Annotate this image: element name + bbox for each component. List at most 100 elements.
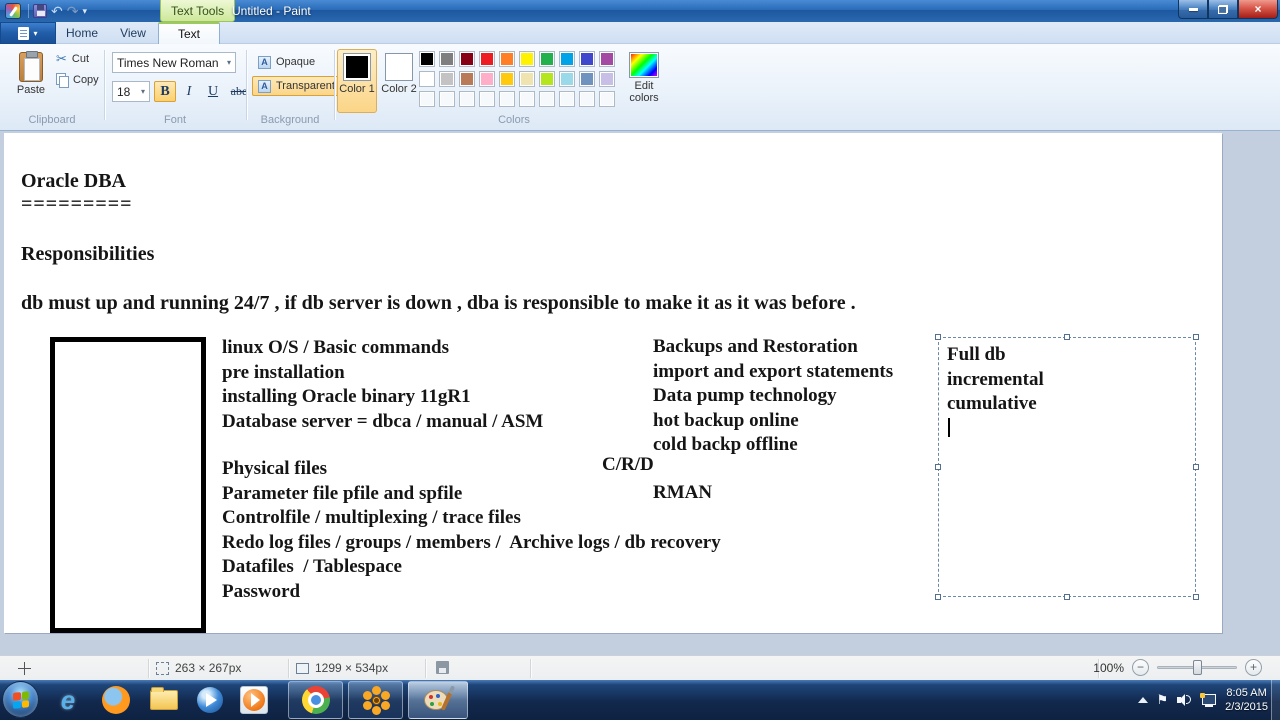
empty-color-slot[interactable] (419, 91, 435, 107)
color2-button[interactable]: Color 2 (379, 49, 419, 113)
color-swatch[interactable] (479, 71, 495, 87)
active-text-box[interactable]: Full db incremental cumulative (935, 334, 1199, 600)
font-family-value: Times New Roman (117, 55, 219, 70)
empty-color-slot[interactable] (479, 91, 495, 107)
color-swatch[interactable] (459, 51, 475, 67)
color-swatch[interactable] (439, 71, 455, 87)
restore-icon (1218, 4, 1228, 14)
color-swatch[interactable] (499, 51, 515, 67)
color-swatch[interactable] (539, 51, 555, 67)
show-desktop-button[interactable] (1271, 680, 1280, 720)
chrome-icon (301, 686, 330, 714)
resize-handle[interactable] (935, 334, 941, 340)
image-size-value: 1299 × 534px (315, 661, 389, 675)
palette-row-3 (419, 91, 615, 107)
color-swatch[interactable] (479, 51, 495, 67)
color-swatch[interactable] (439, 51, 455, 67)
underline-button[interactable]: U (202, 81, 224, 102)
color-swatch[interactable] (599, 51, 615, 67)
context-tab-text-tools[interactable]: Text Tools (160, 0, 236, 22)
paint-window: ↶ ↷ ▾ Text Tools Untitled - Paint × ▾ Ho… (0, 0, 1280, 720)
zoom-slider-thumb[interactable] (1193, 660, 1202, 675)
empty-color-slot[interactable] (559, 91, 575, 107)
color-swatch[interactable] (459, 71, 475, 87)
resize-handle[interactable] (1064, 334, 1070, 340)
zoom-in-button[interactable]: + (1245, 659, 1262, 676)
doc-line: hot backup online (653, 409, 799, 431)
color-swatch[interactable] (599, 71, 615, 87)
color-swatch[interactable] (579, 51, 595, 67)
media-player-icon (197, 687, 223, 713)
resize-handle[interactable] (935, 464, 941, 470)
empty-color-slot[interactable] (499, 91, 515, 107)
empty-color-slot[interactable] (519, 91, 535, 107)
taskbar-item-chrome-open[interactable] (288, 681, 343, 719)
drawing-canvas[interactable]: Oracle DBA ========= Responsibilities db… (4, 133, 1222, 633)
colors-group-label: Colors (498, 114, 530, 126)
color-swatch[interactable] (519, 51, 535, 67)
empty-color-slot[interactable] (439, 91, 455, 107)
taskbar-item-firefox[interactable] (96, 684, 136, 716)
color-swatch[interactable] (559, 71, 575, 87)
opaque-button[interactable]: A Opaque (252, 52, 321, 72)
undo-icon[interactable]: ↶ (51, 4, 63, 18)
empty-color-slot[interactable] (539, 91, 555, 107)
color-swatch[interactable] (419, 71, 435, 87)
tab-view[interactable]: View (108, 22, 158, 44)
minimize-button[interactable] (1178, 0, 1208, 19)
empty-color-slot[interactable] (459, 91, 475, 107)
taskbar-item-media-player[interactable] (190, 684, 230, 716)
action-center-flag-icon[interactable]: ⚑ (1157, 692, 1169, 708)
redo-icon[interactable]: ↷ (67, 4, 79, 18)
taskbar-item-explorer[interactable] (144, 684, 184, 716)
resize-handle[interactable] (1193, 594, 1199, 600)
color-swatch[interactable] (419, 51, 435, 67)
resize-handle[interactable] (1193, 464, 1199, 470)
color-swatch[interactable] (539, 71, 555, 87)
tray-clock[interactable]: 8:05 AM 2/3/2015 (1225, 686, 1268, 714)
font-group-label: Font (163, 114, 186, 126)
font-family-select[interactable]: Times New Roman ▾ (112, 52, 236, 73)
save-icon[interactable] (33, 4, 47, 18)
color1-button[interactable]: Color 1 (337, 49, 377, 113)
tab-home[interactable]: Home (56, 22, 108, 44)
copy-button[interactable]: Copy (56, 73, 99, 88)
file-size-indicator (436, 661, 449, 674)
color-swatch[interactable] (499, 71, 515, 87)
transparent-button[interactable]: A Transparent (252, 76, 341, 96)
customize-toolbar-caret-icon[interactable]: ▾ (82, 6, 87, 17)
resize-handle[interactable] (1193, 334, 1199, 340)
edit-colors-button[interactable]: Edit colors (622, 52, 666, 110)
color-swatch[interactable] (559, 51, 575, 67)
strikethrough-button[interactable]: abe (226, 81, 252, 102)
network-icon[interactable] (1200, 693, 1217, 707)
show-hidden-icons-button[interactable] (1137, 697, 1148, 703)
image-size-icon (296, 662, 309, 674)
taskbar-item-paint-active[interactable] (408, 681, 468, 719)
taskbar-item-internet-explorer[interactable]: e (48, 684, 88, 716)
drawn-rectangle (50, 337, 206, 633)
resize-handle[interactable] (935, 594, 941, 600)
volume-icon[interactable] (1177, 693, 1192, 707)
taskbar-item-photo-app-open[interactable] (348, 681, 403, 719)
close-button[interactable]: × (1238, 0, 1278, 19)
paste-button[interactable]: Paste (8, 50, 54, 112)
empty-color-slot[interactable] (579, 91, 595, 107)
tab-text[interactable]: Text (158, 22, 220, 44)
resize-handle[interactable] (1064, 594, 1070, 600)
file-menu-button[interactable]: ▾ (0, 22, 56, 44)
zoom-slider[interactable] (1157, 659, 1237, 676)
bold-button[interactable]: B (154, 81, 176, 102)
start-button[interactable] (2, 681, 39, 718)
color-swatch[interactable] (579, 71, 595, 87)
cut-button[interactable]: ✂ Cut (56, 52, 99, 65)
color-swatch[interactable] (519, 71, 535, 87)
divider (288, 659, 289, 678)
empty-color-slot[interactable] (599, 91, 615, 107)
font-size-select[interactable]: 18 ▾ (112, 81, 150, 102)
restore-button[interactable] (1208, 0, 1238, 19)
doc-column2: Backups and Restoration import and export… (653, 335, 893, 458)
zoom-out-button[interactable]: − (1132, 659, 1149, 676)
italic-button[interactable]: I (178, 81, 200, 102)
taskbar-item-video-player[interactable] (234, 684, 274, 716)
